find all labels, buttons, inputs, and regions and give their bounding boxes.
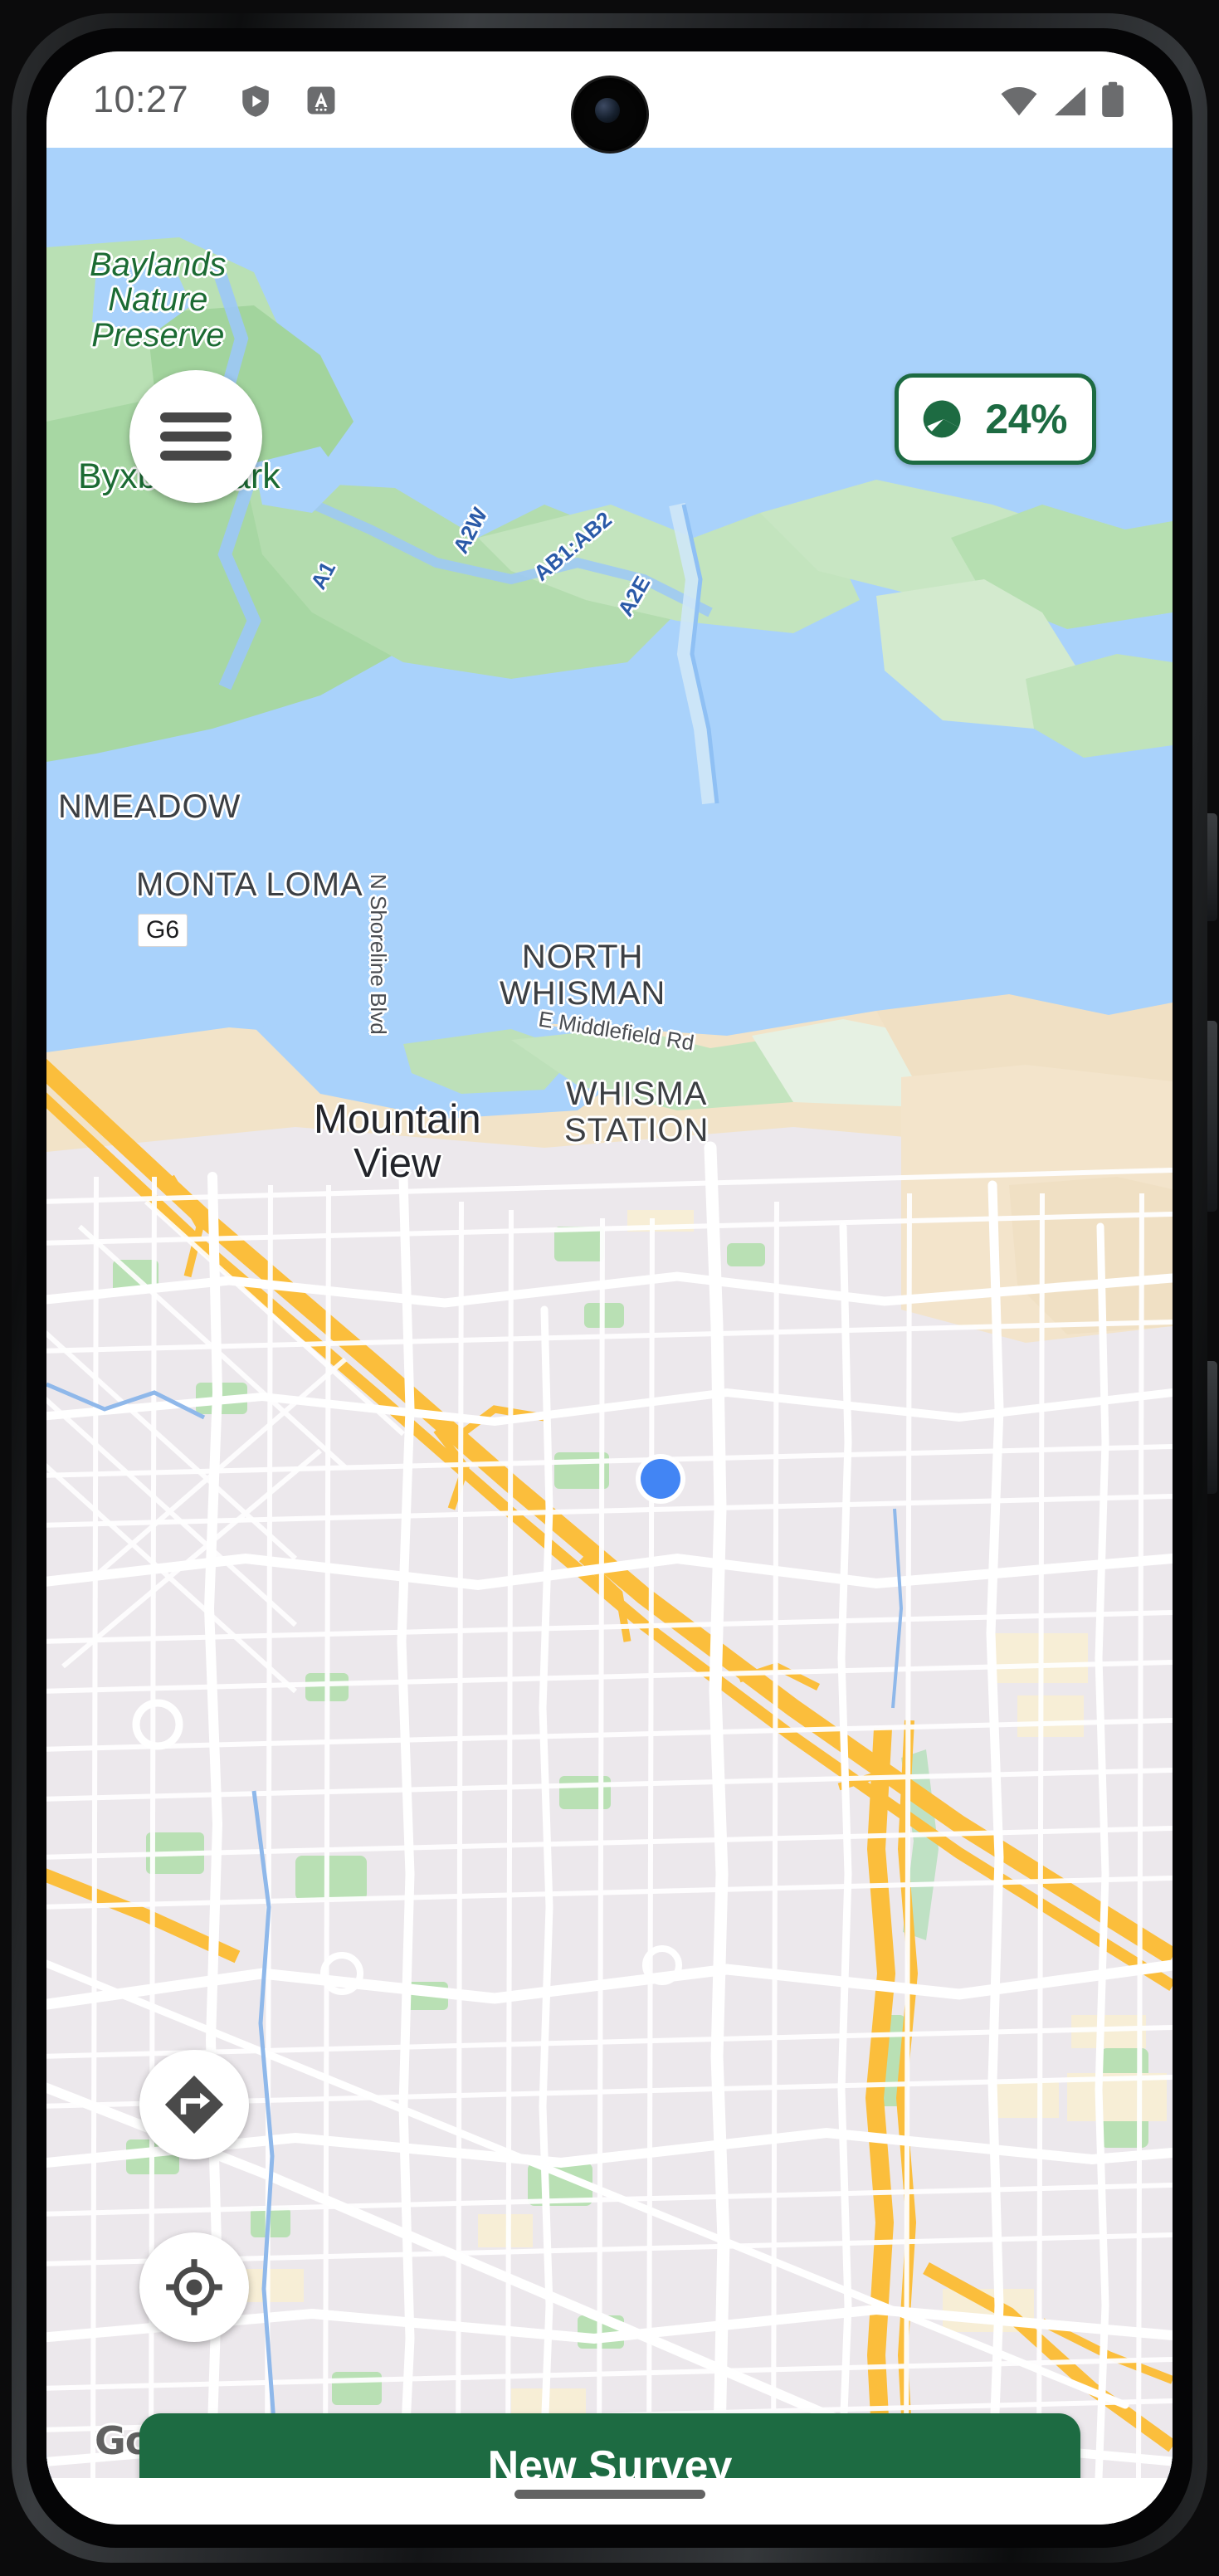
battery-icon xyxy=(1102,81,1124,117)
my-location-button[interactable] xyxy=(139,2232,249,2342)
progress-badge[interactable]: 24% xyxy=(895,373,1096,465)
new-survey-label: New Survey xyxy=(487,2442,733,2478)
phone-screen: Baylands Nature Preserve Byxbee Park A1 … xyxy=(46,51,1173,2525)
progress-percentage: 24% xyxy=(985,396,1067,442)
cellular-signal-icon xyxy=(1055,86,1086,116)
phone-frame: Baylands Nature Preserve Byxbee Park A1 … xyxy=(0,0,1219,2576)
power-button[interactable] xyxy=(1207,1361,1217,1494)
directions-button[interactable] xyxy=(139,2050,249,2159)
hamburger-menu-icon xyxy=(160,403,232,470)
hamburger-menu-button[interactable] xyxy=(129,370,262,503)
my-location-icon xyxy=(166,2259,222,2315)
directions-icon xyxy=(164,2075,224,2134)
accessibility-icon xyxy=(307,86,335,115)
wifi-icon xyxy=(1001,86,1037,116)
map-label-route-g6-shield: G6 xyxy=(138,914,188,947)
status-bar-right-icons xyxy=(1000,81,1124,118)
system-nav-bar xyxy=(46,2478,1173,2525)
play-protect-icon xyxy=(242,85,269,117)
status-time: 10:27 xyxy=(93,78,189,120)
volume-down-button[interactable] xyxy=(1207,1021,1217,1212)
pie-chart-icon xyxy=(924,400,961,438)
map-view[interactable]: Baylands Nature Preserve Byxbee Park A1 … xyxy=(46,148,1173,2478)
front-camera-punch-hole xyxy=(573,78,646,151)
volume-up-button[interactable] xyxy=(1207,813,1217,921)
new-survey-button[interactable]: New Survey xyxy=(139,2413,1080,2478)
home-indicator[interactable] xyxy=(514,2490,705,2499)
